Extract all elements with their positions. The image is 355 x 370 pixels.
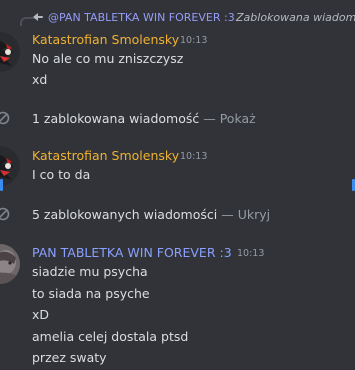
blocked-count: 5 zablokowanych wiadomości bbox=[32, 206, 218, 222]
reply-author[interactable]: @PAN TABLETKA WIN FOREVER :3 bbox=[48, 11, 235, 24]
separator: — bbox=[203, 110, 216, 126]
blocked-count: 1 zablokowana wiadomość bbox=[32, 110, 200, 126]
avatar[interactable] bbox=[0, 244, 20, 284]
avatar[interactable] bbox=[0, 146, 20, 186]
username[interactable]: Katastrofian Smolensky bbox=[32, 148, 179, 163]
message-text: to siada na psyche bbox=[32, 286, 150, 301]
message-text: xD bbox=[32, 307, 50, 322]
message-text: siadzie mu psycha bbox=[32, 264, 148, 279]
timestamp[interactable]: 10:13 bbox=[180, 151, 207, 162]
blocked-text: 5 zablokowanych wiadomości — Ukryj bbox=[32, 207, 270, 222]
selection-marker-left bbox=[0, 179, 3, 191]
avatar-image bbox=[0, 244, 20, 284]
chat-panel: @PAN TABLETKA WIN FOREVER :3 Zablokowana… bbox=[0, 0, 355, 370]
blocked-messages-row: 5 zablokowanych wiadomości — Ukryj bbox=[0, 204, 355, 224]
timestamp[interactable]: 10:13 bbox=[180, 35, 207, 46]
show-blocked-link[interactable]: Pokaż bbox=[220, 111, 256, 126]
avatar[interactable] bbox=[0, 32, 20, 72]
reply-preview[interactable]: @PAN TABLETKA WIN FOREVER :3 Zablokowana… bbox=[0, 8, 355, 26]
timestamp[interactable]: 10:13 bbox=[237, 248, 264, 259]
reply-arrow-icon bbox=[33, 13, 43, 21]
separator: — bbox=[221, 206, 234, 222]
message-text: przez swaty bbox=[32, 350, 107, 365]
message-text: xd bbox=[32, 72, 48, 87]
hide-blocked-link[interactable]: Ukryj bbox=[238, 207, 270, 222]
avatar-image bbox=[0, 32, 20, 72]
blocked-messages-row: 1 zablokowana wiadomość — Pokaż bbox=[0, 108, 355, 128]
blocked-icon bbox=[0, 111, 10, 125]
username[interactable]: PAN TABLETKA WIN FOREVER :3 bbox=[32, 245, 232, 260]
message-text: No ale co mu zniszczysz bbox=[32, 51, 184, 66]
message-text: amelia celej dostala ptsd bbox=[32, 329, 189, 344]
avatar-image bbox=[0, 146, 20, 186]
message-text: I co to da bbox=[32, 167, 91, 182]
reply-preview-text[interactable]: Zablokowana wiadomość bbox=[236, 11, 355, 24]
blocked-text: 1 zablokowana wiadomość — Pokaż bbox=[32, 111, 256, 126]
username[interactable]: Katastrofian Smolensky bbox=[32, 32, 179, 47]
blocked-icon bbox=[0, 207, 10, 221]
